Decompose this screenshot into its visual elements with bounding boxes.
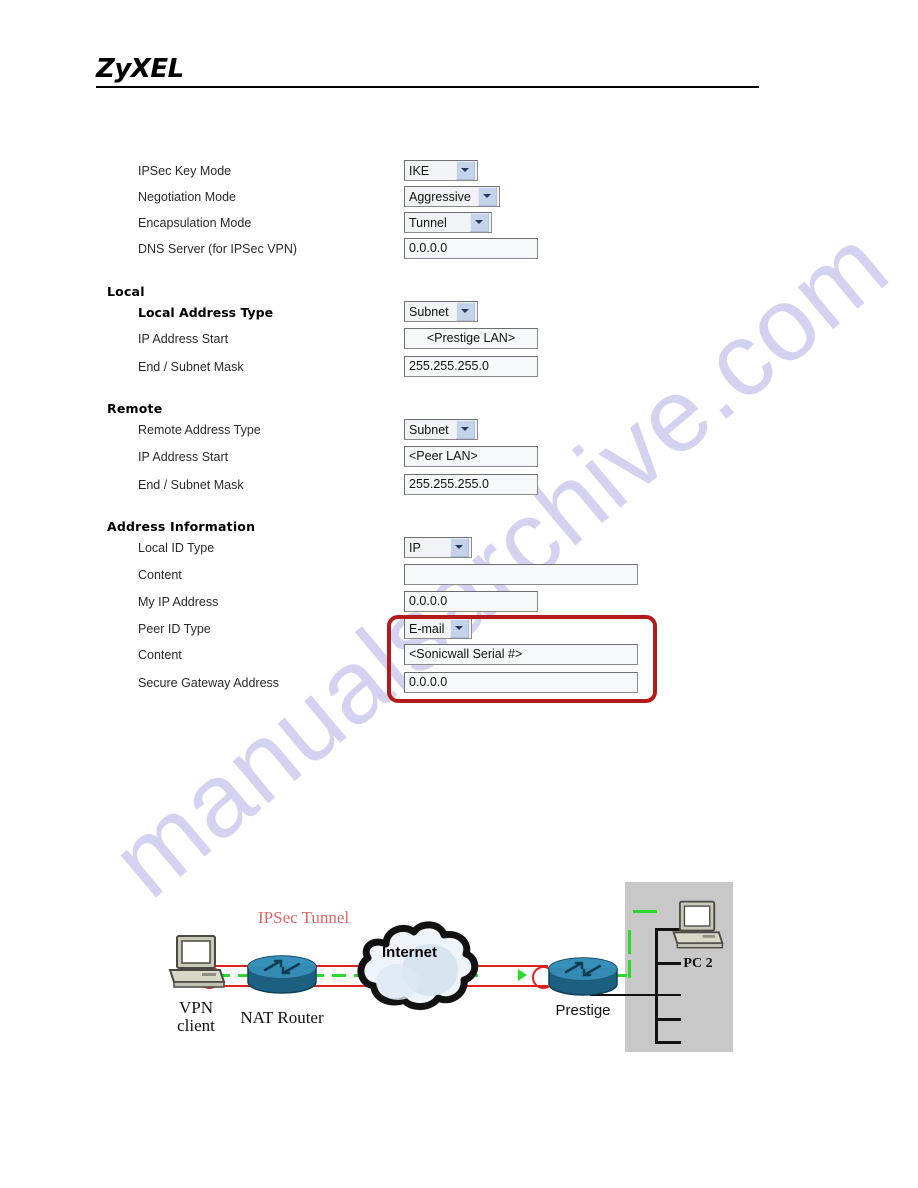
data-path-arrow-right [518, 969, 527, 981]
chevron-down-icon [450, 538, 469, 557]
label-remote-address-type: Remote Address Type [138, 423, 261, 437]
label-local-id-type: Local ID Type [138, 541, 215, 555]
select-ipsec-key-mode-value: IKE [409, 163, 430, 178]
label-local-end-subnet-mask: End / Subnet Mask [138, 360, 244, 374]
section-heading-local: Local [107, 284, 145, 299]
chevron-down-icon [456, 161, 475, 180]
label-ipsec-key-mode: IPSec Key Mode [138, 164, 232, 178]
lan-data-path-v2 [628, 960, 631, 978]
network-topology-diagram: IPSec Tunnel Internet VPN client NAT Rou… [150, 870, 770, 1070]
label-local-ip-address-start: IP Address Start [138, 332, 229, 346]
lan-bus-trunk [655, 928, 658, 1043]
input-dns-server[interactable]: 0.0.0.0 [404, 238, 538, 259]
input-peer-content[interactable]: <Sonicwall Serial #> [404, 644, 638, 665]
nat-router-icon [247, 955, 317, 994]
section-heading-address-information: Address Information [107, 519, 256, 534]
watermark-text: manualsarchive.com [90, 206, 910, 920]
select-remote-address-type[interactable]: Subnet [404, 419, 478, 440]
chevron-down-icon [456, 420, 475, 439]
select-peer-id-type-value: E-mail [409, 621, 445, 636]
select-remote-address-type-value: Subnet [409, 422, 449, 437]
pc2-label: PC 2 [683, 956, 713, 971]
vpn-client-computer-icon [168, 935, 226, 988]
select-ipsec-key-mode[interactable]: IKE [404, 160, 478, 181]
pc2-computer-icon [672, 900, 724, 949]
prestige-label: Prestige [555, 1002, 611, 1019]
select-encapsulation-mode[interactable]: Tunnel [404, 212, 492, 233]
label-my-ip-address: My IP Address [138, 595, 219, 609]
page-canvas: manualsarchive.com ZyXEL IPSec Key Mode … [0, 0, 918, 1188]
select-local-address-type-value: Subnet [409, 304, 449, 319]
lan-bus-stub-4 [655, 1018, 681, 1021]
ipsec-tunnel-label: IPSec Tunnel [258, 908, 350, 927]
label-local-content: Content [138, 568, 182, 582]
select-negotiation-mode[interactable]: Aggressive [404, 186, 500, 207]
chevron-down-icon [456, 302, 475, 321]
chevron-down-icon [470, 213, 489, 232]
label-peer-content: Content [138, 648, 182, 662]
label-negotiation-mode: Negotiation Mode [138, 190, 236, 204]
select-encapsulation-mode-value: Tunnel [409, 215, 447, 230]
internet-cloud-label: Internet [382, 944, 438, 961]
prestige-router-icon [548, 957, 618, 996]
input-my-ip-address[interactable]: 0.0.0.0 [404, 591, 538, 612]
chevron-down-icon [478, 187, 497, 206]
chevron-down-icon [450, 619, 469, 638]
lan-data-path-top [633, 910, 657, 913]
vpn-client-label-line1: VPN [178, 998, 213, 1017]
internet-cloud-icon [357, 921, 479, 1010]
label-local-address-type: Local Address Type [138, 305, 274, 320]
lan-bus-stub-5 [655, 1041, 681, 1044]
label-secure-gateway-address: Secure Gateway Address [138, 676, 280, 690]
section-heading-remote: Remote [107, 401, 163, 416]
label-remote-end-subnet-mask: End / Subnet Mask [138, 478, 244, 492]
label-dns-server: DNS Server (for IPSec VPN) [138, 242, 298, 256]
input-local-ip-address-start[interactable]: <Prestige LAN> [404, 328, 538, 349]
input-secure-gateway-address[interactable]: 0.0.0.0 [404, 672, 638, 693]
select-negotiation-mode-value: Aggressive [409, 189, 471, 204]
select-local-address-type[interactable]: Subnet [404, 301, 478, 322]
label-remote-ip-address-start: IP Address Start [138, 450, 229, 464]
label-peer-id-type: Peer ID Type [138, 622, 211, 636]
select-peer-id-type[interactable]: E-mail [404, 618, 472, 639]
zyxel-logo: ZyXEL [96, 54, 184, 84]
select-local-id-type-value: IP [409, 540, 421, 555]
input-local-end-subnet-mask[interactable]: 255.255.255.0 [404, 356, 538, 377]
input-local-content[interactable] [404, 564, 638, 585]
input-remote-ip-address-start[interactable]: <Peer LAN> [404, 446, 538, 467]
lan-data-path-v1 [628, 930, 631, 954]
input-remote-end-subnet-mask[interactable]: 255.255.255.0 [404, 474, 538, 495]
nat-router-label: NAT Router [240, 1008, 324, 1027]
header-divider [96, 86, 759, 88]
vpn-client-label-line2: client [177, 1016, 215, 1035]
select-local-id-type[interactable]: IP [404, 537, 472, 558]
label-encapsulation-mode: Encapsulation Mode [138, 216, 252, 230]
